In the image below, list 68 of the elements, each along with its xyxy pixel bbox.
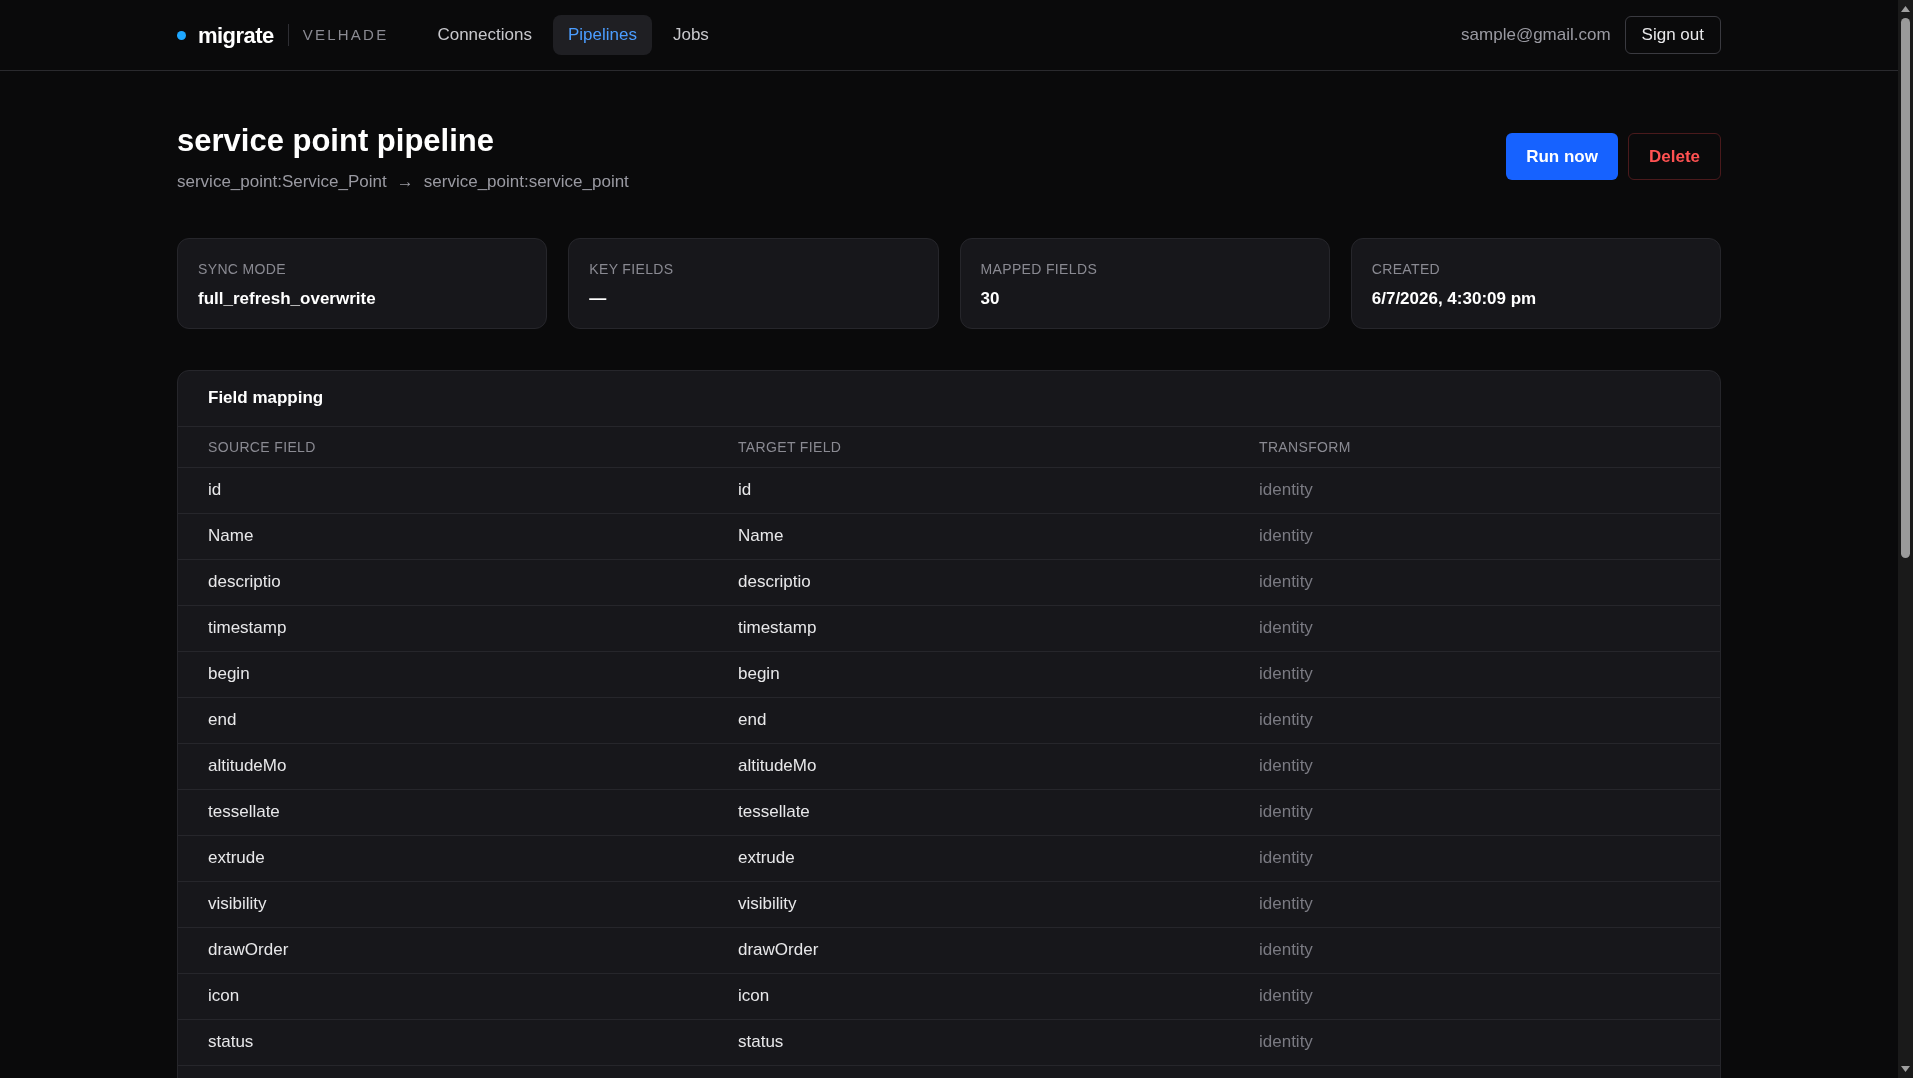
table-cell: status: [208, 1032, 254, 1052]
nav-tab[interactable]: Connections: [422, 15, 547, 55]
delete-button[interactable]: Delete: [1627, 133, 1721, 180]
column-header: TRANSFORM: [1259, 438, 1351, 455]
table-cell: identity: [1259, 664, 1313, 684]
stat-label: MAPPED FIELDS: [980, 259, 1099, 279]
page-title: service point pipeline: [177, 122, 495, 160]
target-path: service_point:service_point: [423, 171, 629, 193]
scroll-up-icon[interactable]: [1901, 6, 1910, 12]
arrow-glyph: →: [396, 171, 414, 193]
run-now-button[interactable]: Run now: [1506, 133, 1618, 180]
table-cell: identity: [1259, 894, 1313, 914]
table-cell: Name: [208, 526, 254, 546]
table-cell: visibility: [208, 894, 267, 914]
table-cell: identity: [1259, 986, 1313, 1006]
table-cell: extrude: [208, 848, 265, 868]
table-cell: id: [208, 480, 222, 500]
table-cell: identity: [1259, 526, 1313, 546]
workspace-label: VELHADE: [302, 24, 389, 45]
table-cell: extrude: [738, 848, 795, 868]
nav-tab[interactable]: Jobs: [657, 15, 724, 55]
table-cell: identity: [1259, 848, 1313, 868]
table-cell: visibility: [738, 894, 797, 914]
table-cell: tessellate: [208, 802, 280, 822]
table-cell: identity: [1259, 802, 1313, 822]
table-cell: identity: [1259, 756, 1313, 776]
table-cell: identity: [1259, 940, 1313, 960]
sign-out-button[interactable]: Sign out: [1624, 16, 1721, 54]
table-cell: end: [738, 710, 767, 730]
stat-label: KEY FIELDS: [589, 259, 675, 279]
table-cell: descriptio: [208, 572, 281, 592]
table-cell: drawOrder: [208, 940, 289, 960]
table-cell: timestamp: [738, 618, 817, 638]
table-cell: altitudeMo: [738, 756, 817, 776]
table-cell: identity: [1259, 480, 1313, 500]
table-cell: timestamp: [208, 618, 287, 638]
table-cell: end: [208, 710, 237, 730]
stat-value: —: [589, 287, 607, 310]
scrollbar[interactable]: [1898, 0, 1913, 1078]
table-cell: icon: [738, 986, 770, 1006]
stat-label: SYNC MODE: [198, 259, 287, 279]
table-cell: identity: [1259, 572, 1313, 592]
table-cell: altitudeMo: [208, 756, 287, 776]
stat-value: full_refresh_overwrite: [198, 287, 376, 310]
table-cell: icon: [208, 986, 240, 1006]
brand-logo[interactable]: migrate: [198, 18, 274, 52]
table-cell: tessellate: [738, 802, 810, 822]
column-header: TARGET FIELD: [738, 438, 842, 455]
table-cell: drawOrder: [738, 940, 819, 960]
table-cell: begin: [208, 664, 250, 684]
nav-tab[interactable]: Pipelines: [552, 15, 652, 55]
user-email: sample@gmail.com: [1461, 24, 1611, 47]
table-cell: begin: [738, 664, 780, 684]
table-cell: identity: [1259, 710, 1313, 730]
column-header: SOURCE FIELD: [208, 438, 316, 455]
table-cell: descriptio: [738, 572, 811, 592]
table-cell: status: [738, 1032, 784, 1052]
table-cell: Name: [738, 526, 784, 546]
source-path: service_point:Service_Point: [177, 171, 387, 193]
table-cell: id: [738, 480, 752, 500]
scrollbar-thumb[interactable]: [1901, 18, 1910, 558]
table-cell: identity: [1259, 1032, 1313, 1052]
scroll-down-icon[interactable]: [1901, 1066, 1910, 1072]
table-cell: identity: [1259, 618, 1313, 638]
stat-value: 6/7/2026, 4:30:09 pm: [1371, 287, 1537, 310]
panel-title: Field mapping: [208, 387, 324, 410]
stat-value: 30: [980, 287, 1000, 310]
stat-label: CREATED: [1371, 259, 1442, 279]
